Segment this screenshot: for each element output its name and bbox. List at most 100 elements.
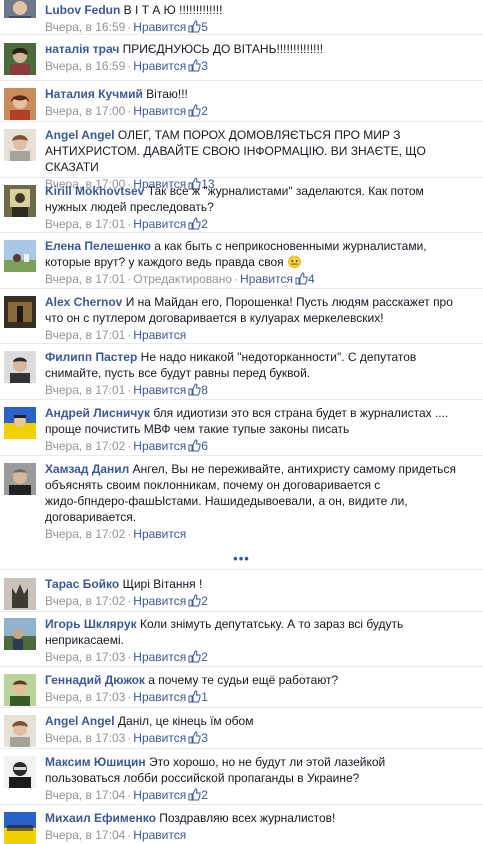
- like-count[interactable]: 2: [201, 104, 208, 118]
- avatar[interactable]: [4, 407, 36, 439]
- like-button[interactable]: Нравится: [133, 527, 186, 541]
- comment-time[interactable]: Вчера, в 16:59: [45, 59, 125, 73]
- like-count[interactable]: 5: [201, 20, 208, 34]
- like-button[interactable]: Нравится: [240, 272, 293, 286]
- like-button[interactable]: Нравится: [133, 828, 186, 842]
- divider: [0, 399, 483, 400]
- divider: [0, 666, 483, 667]
- avatar[interactable]: [4, 0, 36, 18]
- like-count[interactable]: 3: [201, 731, 208, 745]
- comment-time[interactable]: Вчера, в 17:03: [45, 731, 125, 745]
- like-button[interactable]: Нравится: [133, 439, 186, 453]
- thumbs-up-icon[interactable]: [188, 690, 201, 703]
- comment-author[interactable]: Филипп Пастер: [45, 350, 137, 364]
- comment-author[interactable]: Alex Chernov: [45, 295, 122, 309]
- divider: [0, 80, 483, 81]
- edited-label[interactable]: Отредактировано: [133, 272, 232, 286]
- comment-author[interactable]: Kirill Mokhovtsev: [45, 184, 144, 198]
- avatar[interactable]: [4, 351, 36, 383]
- comment-author[interactable]: Angel Angel: [45, 714, 115, 728]
- divider: [0, 455, 483, 456]
- divider: [0, 177, 483, 178]
- comment-author[interactable]: Геннадий Дюжок: [45, 673, 145, 687]
- like-button[interactable]: Нравится: [133, 690, 186, 704]
- like-count[interactable]: 6: [201, 439, 208, 453]
- thumbs-up-icon[interactable]: [188, 788, 201, 801]
- comment-time[interactable]: Вчера, в 17:00: [45, 104, 125, 118]
- like-button[interactable]: Нравится: [133, 594, 186, 608]
- avatar[interactable]: [4, 129, 36, 161]
- comment-author[interactable]: Елена Пелешенко: [45, 239, 151, 253]
- like-button[interactable]: Нравится: [133, 731, 186, 745]
- like-count[interactable]: 8: [201, 383, 208, 397]
- like-button[interactable]: Нравится: [133, 59, 186, 73]
- comment-author[interactable]: Наталия Кучмий: [45, 87, 143, 101]
- thumbs-up-icon[interactable]: [188, 383, 201, 396]
- like-count[interactable]: 2: [201, 650, 208, 664]
- like-count[interactable]: 3: [201, 59, 208, 73]
- comment-text: Поздравляю всех журналистов!: [159, 811, 336, 825]
- comment-author[interactable]: наталія трач: [45, 42, 119, 56]
- comment-time[interactable]: Вчера, в 17:02: [45, 439, 125, 453]
- separator: ·: [234, 272, 239, 286]
- like-button[interactable]: Нравится: [133, 788, 186, 802]
- comment-author[interactable]: Михаил Ефименко: [45, 811, 156, 825]
- like-button[interactable]: Нравится: [133, 650, 186, 664]
- comment-time[interactable]: Вчера, в 17:03: [45, 650, 125, 664]
- like-count[interactable]: 2: [201, 788, 208, 802]
- avatar[interactable]: [4, 715, 36, 747]
- divider: [0, 288, 483, 289]
- thumbs-up-icon[interactable]: [188, 104, 201, 117]
- thumbs-up-icon[interactable]: [188, 731, 201, 744]
- divider: [0, 804, 483, 805]
- avatar[interactable]: [4, 185, 36, 217]
- avatar[interactable]: [4, 618, 36, 650]
- comment-author[interactable]: Тарас Бойко: [45, 577, 119, 591]
- comment-author[interactable]: Андрей Лисничук: [45, 406, 150, 420]
- comment-author[interactable]: Lubov Fedun: [45, 3, 120, 17]
- avatar[interactable]: [4, 756, 36, 788]
- comment-time[interactable]: Вчера, в 17:02: [45, 594, 125, 608]
- comment-text: Щирі Вітання !: [122, 577, 203, 591]
- more-comments-button[interactable]: •••: [0, 552, 483, 565]
- comment-time[interactable]: Вчера, в 17:04: [45, 828, 125, 842]
- avatar[interactable]: [4, 296, 36, 328]
- comment-time[interactable]: Вчера, в 17:01: [45, 383, 125, 397]
- avatar[interactable]: [4, 812, 36, 844]
- like-count[interactable]: 2: [201, 594, 208, 608]
- thumbs-up-icon[interactable]: [188, 59, 201, 72]
- comment-text: ПРИЄДНУЮСЬ ДО ВІТАНЬ!!!!!!!!!!!!!!: [122, 42, 324, 56]
- like-count[interactable]: 4: [308, 272, 315, 286]
- avatar[interactable]: [4, 43, 36, 75]
- avatar[interactable]: [4, 88, 36, 120]
- comment-author[interactable]: Игорь Шкляpук: [45, 617, 137, 631]
- like-button[interactable]: Нравится: [133, 104, 186, 118]
- avatar[interactable]: [4, 240, 36, 272]
- like-count[interactable]: 2: [201, 217, 208, 231]
- like-button[interactable]: Нравится: [133, 328, 186, 342]
- thumbs-up-icon[interactable]: [188, 439, 201, 452]
- comment-author[interactable]: Хамзад Данил: [45, 462, 129, 476]
- comment-time[interactable]: Вчера, в 17:04: [45, 788, 125, 802]
- comment-time[interactable]: Вчера, в 17:01: [45, 272, 125, 286]
- like-button[interactable]: Нравится: [133, 20, 186, 34]
- comment-time[interactable]: Вчера, в 17:03: [45, 690, 125, 704]
- avatar[interactable]: [4, 463, 36, 495]
- avatar[interactable]: [4, 674, 36, 706]
- like-button[interactable]: Нравится: [133, 383, 186, 397]
- divider: [0, 343, 483, 344]
- comment-author[interactable]: Максим Юшицин: [45, 755, 146, 769]
- comment-time[interactable]: Вчера, в 17:02: [45, 527, 125, 541]
- like-count[interactable]: 1: [201, 690, 208, 704]
- comment-author[interactable]: Angel Angel: [45, 128, 115, 142]
- thumbs-up-icon[interactable]: [188, 217, 201, 230]
- thumbs-up-icon[interactable]: [188, 20, 201, 33]
- comment-time[interactable]: Вчера, в 16:59: [45, 20, 125, 34]
- thumbs-up-icon[interactable]: [295, 272, 308, 285]
- comment-time[interactable]: Вчера, в 17:01: [45, 217, 125, 231]
- like-button[interactable]: Нравится: [133, 217, 186, 231]
- avatar[interactable]: [4, 578, 36, 610]
- comment-time[interactable]: Вчера, в 17:01: [45, 328, 125, 342]
- thumbs-up-icon[interactable]: [188, 594, 201, 607]
- thumbs-up-icon[interactable]: [188, 650, 201, 663]
